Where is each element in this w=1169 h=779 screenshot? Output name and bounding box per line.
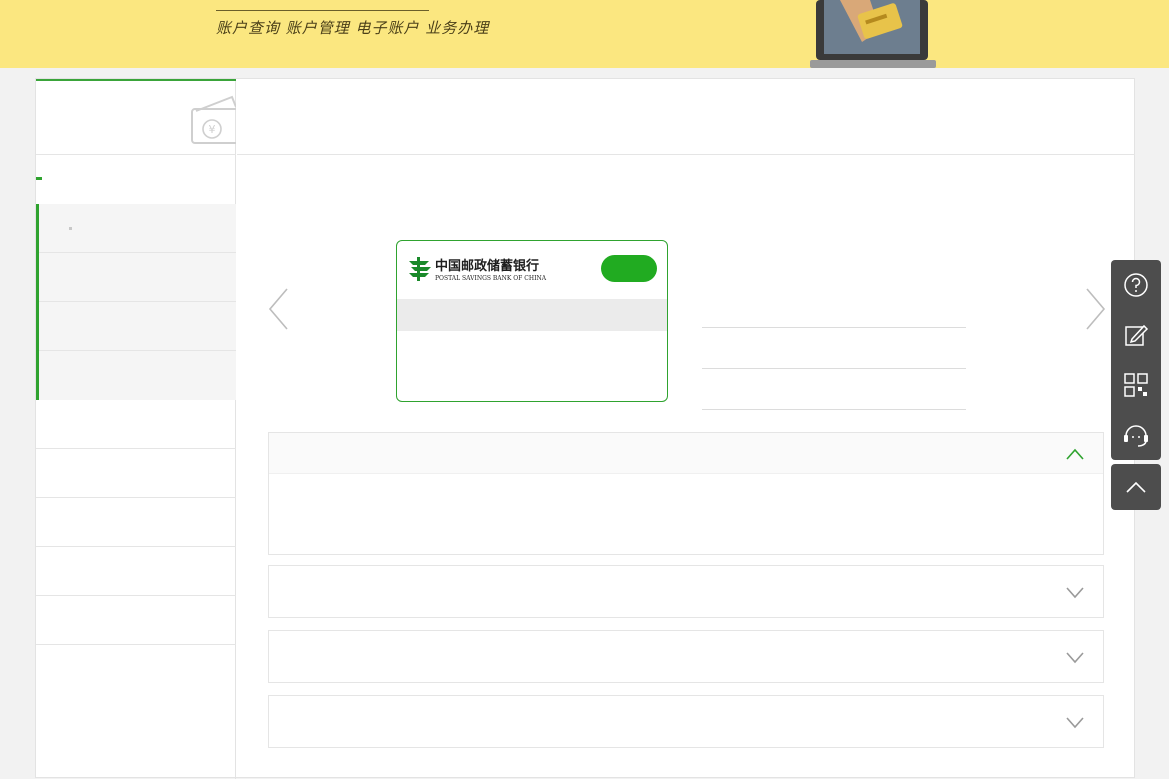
bank-name-en: POSTAL SAVINGS BANK OF CHINA: [435, 275, 547, 282]
accordion-panel: [268, 565, 1104, 618]
sidebar-item[interactable]: [36, 449, 236, 498]
content-frame: ¥ 中国邮政储蓄银行 POSTAL SAVINGS BANK OF CHINA: [35, 78, 1135, 779]
carousel-next-icon[interactable]: [1083, 287, 1107, 331]
question-circle-icon: [1124, 273, 1148, 297]
qr-code-icon: [1124, 373, 1148, 397]
accordion-panel: [268, 695, 1104, 748]
bank-name-cn: 中国邮政储蓄银行: [435, 258, 539, 274]
edit-note-icon: [1125, 324, 1149, 346]
sidebar-item[interactable]: [36, 547, 236, 596]
card-info-strip: [397, 299, 667, 331]
sidebar-item[interactable]: [36, 498, 236, 547]
main-content: 中国邮政储蓄银行 POSTAL SAVINGS BANK OF CHINA: [237, 79, 1135, 779]
chevron-down-icon[interactable]: [1065, 715, 1085, 729]
accordion-header[interactable]: [269, 696, 1103, 747]
card-info-list: [702, 287, 966, 410]
chevron-down-icon[interactable]: [1065, 650, 1085, 664]
sidebar-subitem[interactable]: [39, 253, 236, 302]
sidebar-subitem[interactable]: [39, 351, 236, 400]
info-row: [702, 369, 966, 410]
chevron-up-icon: [1126, 481, 1146, 493]
accordion-header[interactable]: [269, 631, 1103, 682]
accordion-panel: [268, 630, 1104, 683]
psbc-logo: 中国邮政储蓄银行 POSTAL SAVINGS BANK OF CHINA: [409, 257, 547, 282]
qr-code-button[interactable]: [1111, 360, 1161, 410]
floating-toolbar: [1111, 260, 1161, 460]
help-button[interactable]: [1111, 260, 1161, 310]
top-banner: 账户查询 账户管理 电子账户 业务办理: [0, 0, 1169, 68]
sidebar-item[interactable]: [36, 596, 236, 645]
bullet-icon: [69, 227, 72, 230]
chevron-down-icon[interactable]: [1065, 585, 1085, 599]
wallet-yuan-icon: ¥: [191, 95, 236, 144]
headset-service-icon: [1124, 425, 1148, 447]
feedback-button[interactable]: [1111, 310, 1161, 360]
sidebar-subitem[interactable]: [39, 204, 236, 253]
accordion-header[interactable]: [269, 566, 1103, 617]
back-to-top-button[interactable]: [1111, 464, 1161, 510]
card-status-badge[interactable]: [601, 255, 657, 282]
sidebar-active-marker: [36, 177, 42, 180]
sidebar: ¥: [36, 79, 236, 779]
chevron-up-icon[interactable]: [1065, 447, 1085, 461]
banner-slogan: 账户查询 账户管理 电子账户 业务办理: [216, 10, 488, 38]
bank-card[interactable]: 中国邮政储蓄银行 POSTAL SAVINGS BANK OF CHINA: [396, 240, 668, 402]
info-row: [702, 287, 966, 328]
accordion-header[interactable]: [269, 433, 1103, 474]
customer-service-button[interactable]: [1111, 410, 1161, 460]
info-row: [702, 328, 966, 369]
main-header: [237, 79, 1135, 155]
svg-text:¥: ¥: [209, 123, 216, 136]
accordion-panel-expanded: [268, 432, 1104, 555]
sidebar-item[interactable]: [36, 400, 236, 449]
sidebar-subitem[interactable]: [39, 302, 236, 351]
sidebar-submenu: [36, 204, 236, 400]
accordion-body: [269, 474, 1103, 554]
sidebar-header: ¥: [36, 79, 236, 155]
laptop-card-illustration: [810, 0, 936, 68]
carousel-prev-icon[interactable]: [267, 287, 291, 331]
